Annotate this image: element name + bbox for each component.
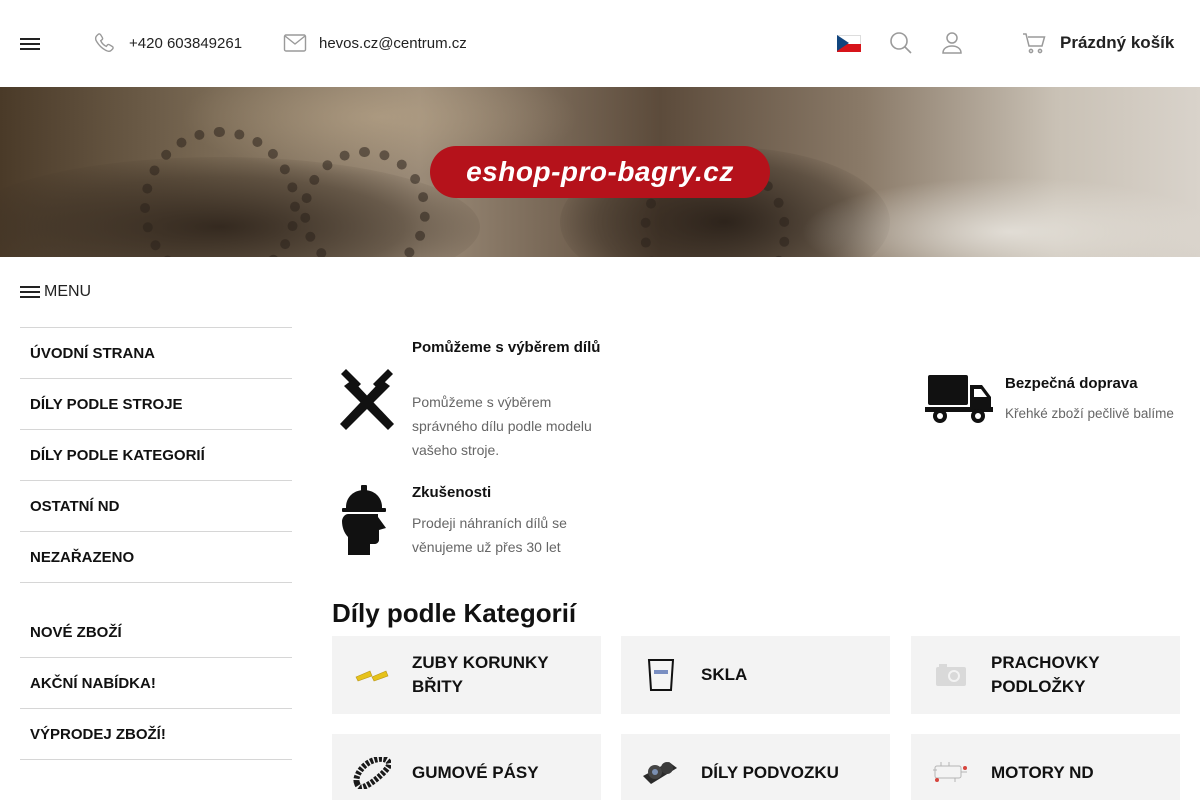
sidebar-item-uvodni-strana[interactable]: ÚVODNÍ STRANA — [20, 328, 292, 379]
sidebar-item-nove-zbozi[interactable]: NOVÉ ZBOŽÍ — [20, 607, 292, 658]
truck-icon — [925, 375, 993, 423]
category-card[interactable]: SKLA — [621, 636, 890, 714]
roller-thumb — [641, 753, 681, 793]
benefit-experience-text: Prodeji náhraních dílů se věnujeme už př… — [412, 515, 567, 555]
benefit-experience: Zkušenosti Prodeji náhraních dílů se věn… — [332, 481, 612, 561]
benefit-shipping-title: Bezpečná doprava — [1005, 375, 1138, 392]
sidebar-primary-nav: ÚVODNÍ STRANA DÍLY PODLE STROJE DÍLY POD… — [20, 327, 292, 583]
category-card[interactable]: DÍLY PODVOZKU — [621, 734, 890, 800]
flag-cz-icon[interactable] — [837, 35, 861, 52]
sidebar-item-dily-podle-stroje[interactable]: DÍLY PODLE STROJE — [20, 379, 292, 430]
email-contact[interactable]: hevos.cz@centrum.cz — [283, 30, 467, 56]
menu-icon — [20, 286, 40, 298]
search-icon[interactable] — [889, 31, 913, 55]
benefit-shipping: Bezpečná doprava Křehké zboží pečlivě ba… — [925, 372, 1183, 432]
sidebar-item-ostatni-nd[interactable]: OSTATNÍ ND — [20, 481, 292, 532]
engine-thumb — [931, 753, 971, 793]
email-address[interactable]: hevos.cz@centrum.cz — [319, 35, 467, 52]
benefit-shipping-text: Křehké zboží pečlivě balíme — [1005, 406, 1174, 421]
worker-icon — [342, 485, 386, 555]
category-name: SKLA — [701, 665, 748, 684]
sidebar-item-dily-podle-kategorii[interactable]: DÍLY PODLE KATEGORIÍ — [20, 430, 292, 481]
category-card[interactable]: ZUBY KORUNKY BŘITY — [332, 636, 601, 714]
category-card[interactable]: MOTORY ND — [911, 734, 1180, 800]
categories-heading: Díly podle Kategorií — [332, 598, 577, 628]
sidebar-item-akcni-nabidka[interactable]: AKČNÍ NABÍDKA! — [20, 658, 292, 709]
menu-icon[interactable] — [20, 38, 40, 50]
category-card[interactable]: PRACHOVKY PODLOŽKY — [911, 636, 1180, 714]
cart-button[interactable]: Prázdný košík — [1022, 30, 1174, 56]
category-name: ZUBY KORUNKY BŘITY — [412, 653, 549, 696]
track-thumb — [352, 753, 392, 793]
benefit-help-title: Pomůžeme s výběrem dílů — [412, 339, 601, 356]
mail-icon — [283, 34, 307, 52]
phone-icon — [94, 33, 114, 52]
site-logo[interactable]: eshop-pro-bagry.cz — [430, 146, 770, 198]
phone-number[interactable]: +420 603849261 — [129, 35, 242, 52]
benefit-help-text: Pomůžeme s výběrem správného dílu podle … — [412, 394, 592, 458]
cart-icon — [1023, 33, 1046, 54]
category-name: GUMOVÉ PÁSY — [412, 763, 539, 782]
sidebar-secondary-nav: NOVÉ ZBOŽÍ AKČNÍ NABÍDKA! VÝPRODEJ ZBOŽÍ… — [20, 607, 292, 760]
category-name: MOTORY ND — [991, 763, 1094, 782]
benefit-help: Pomůžeme s výběrem dílů Pomůžeme s výběr… — [332, 336, 612, 466]
placeholder-thumb — [931, 655, 971, 695]
phone-contact[interactable]: +420 603849261 — [93, 30, 242, 56]
category-card[interactable]: GUMOVÉ PÁSY — [332, 734, 601, 800]
menu-label: MENU — [44, 283, 92, 300]
user-icon[interactable] — [940, 31, 964, 55]
sidebar-item-nezarazeno[interactable]: NEZAŘAZENO — [20, 532, 292, 583]
cart-label: Prázdný košík — [1060, 33, 1175, 52]
menu-toggle[interactable]: MENU — [20, 283, 91, 301]
sidebar-item-vyprodej-zbozi[interactable]: VÝPRODEJ ZBOŽÍ! — [20, 709, 292, 760]
category-name: PRACHOVKY PODLOŽKY — [991, 653, 1100, 696]
hero-banner: eshop-pro-bagry.cz — [0, 87, 1200, 257]
benefit-experience-title: Zkušenosti — [412, 484, 492, 501]
hammers-icon — [340, 369, 394, 430]
top-header: +420 603849261 hevos.cz@centrum.cz Prázd… — [0, 0, 1200, 87]
teeth-thumb — [352, 655, 392, 695]
category-name: DÍLY PODVOZKU — [701, 763, 839, 782]
glass-thumb — [641, 655, 681, 695]
